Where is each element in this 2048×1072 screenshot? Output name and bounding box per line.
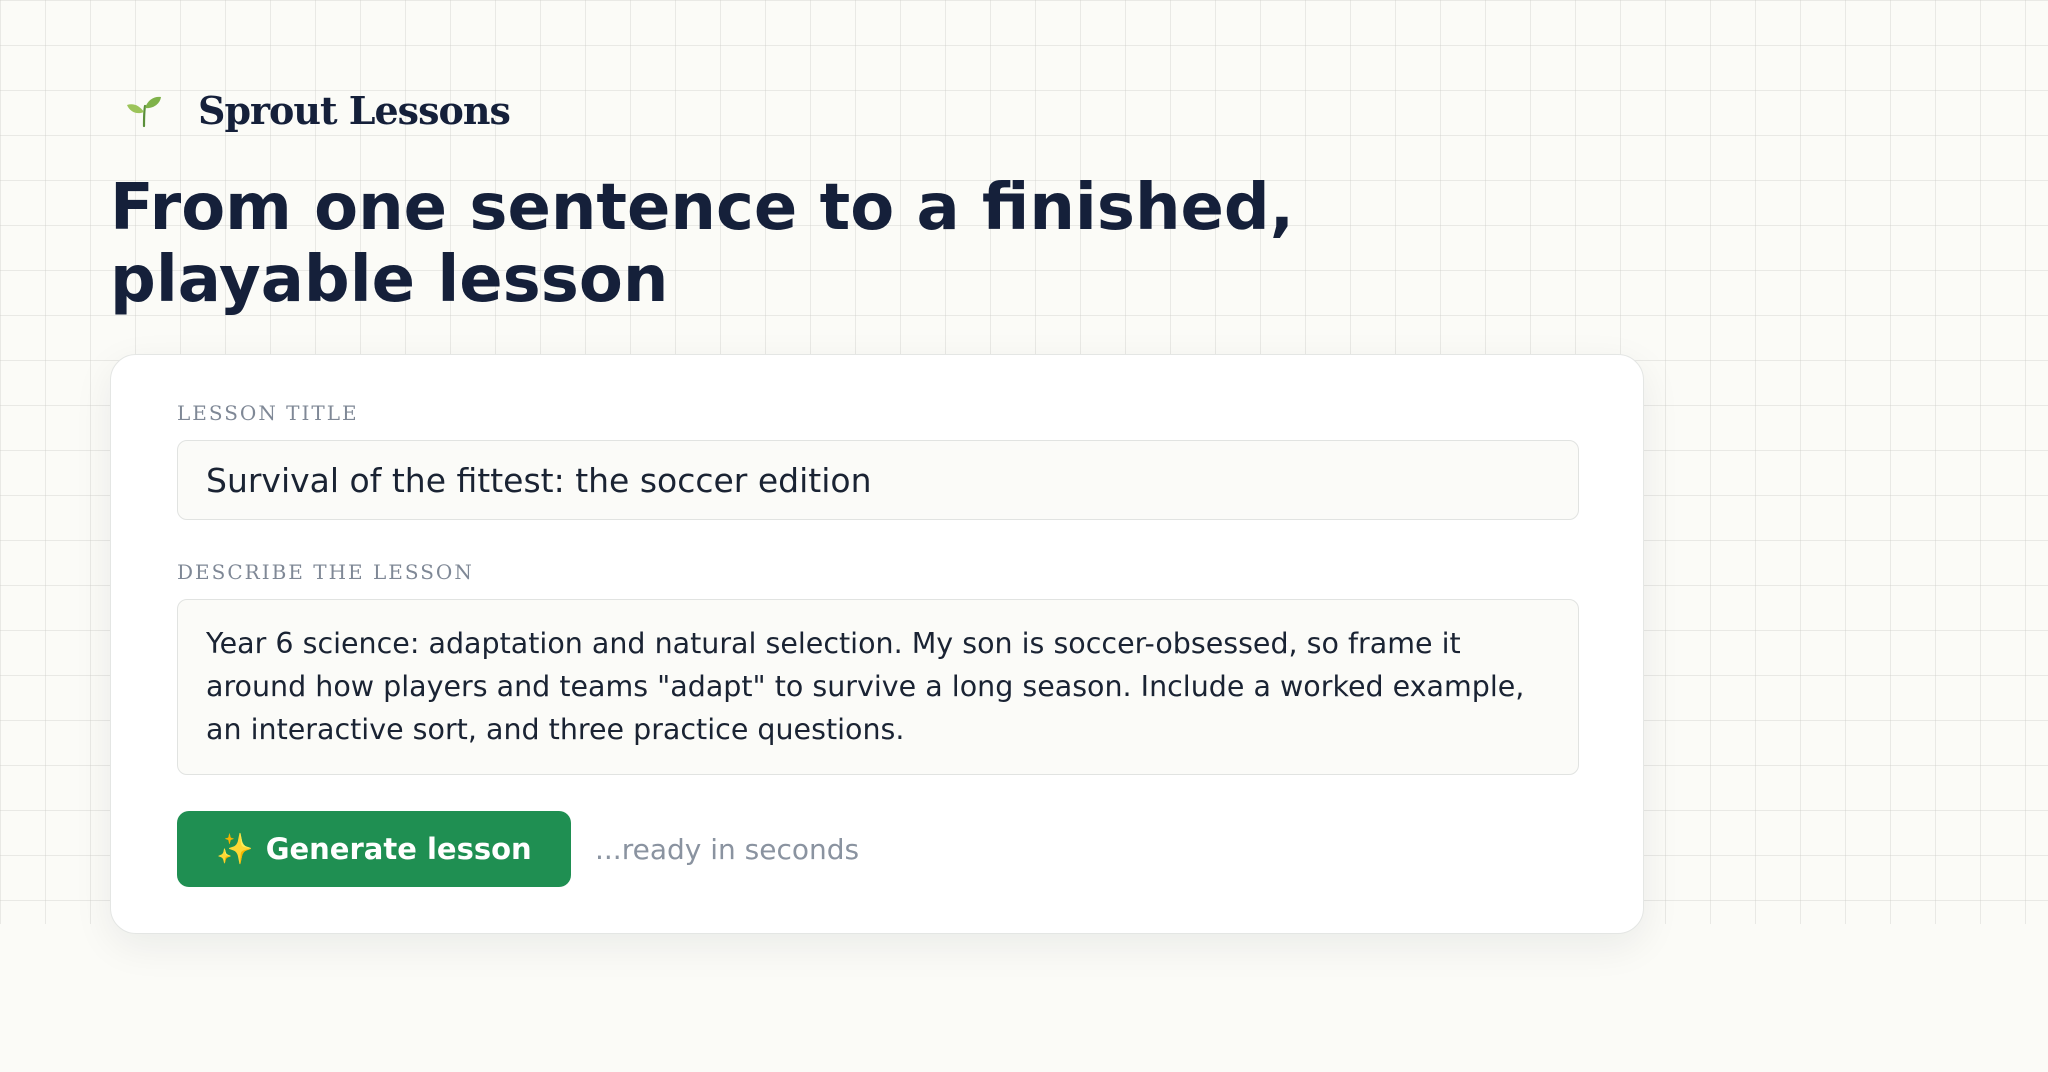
- sprout-icon: [127, 96, 161, 128]
- page-headline: From one sentence to a finished, playabl…: [110, 171, 1295, 317]
- lesson-form-card: LESSON TITLE Survival of the fittest: th…: [110, 354, 1644, 934]
- lesson-title-label: LESSON TITLE: [177, 401, 359, 425]
- lesson-description-textarea[interactable]: Year 6 science: adaptation and natural s…: [177, 599, 1579, 775]
- generate-lesson-button[interactable]: ✨ Generate lesson: [177, 811, 571, 887]
- ready-hint: ...ready in seconds: [595, 833, 860, 866]
- brand: Sprout Lessons: [124, 86, 511, 134]
- generate-lesson-label: Generate lesson: [265, 832, 532, 866]
- lesson-description-label: DESCRIBE THE LESSON: [177, 560, 474, 584]
- brand-name: Sprout Lessons: [198, 87, 511, 133]
- lesson-title-input[interactable]: Survival of the fittest: the soccer edit…: [177, 440, 1579, 520]
- sparkles-icon: ✨: [216, 831, 254, 867]
